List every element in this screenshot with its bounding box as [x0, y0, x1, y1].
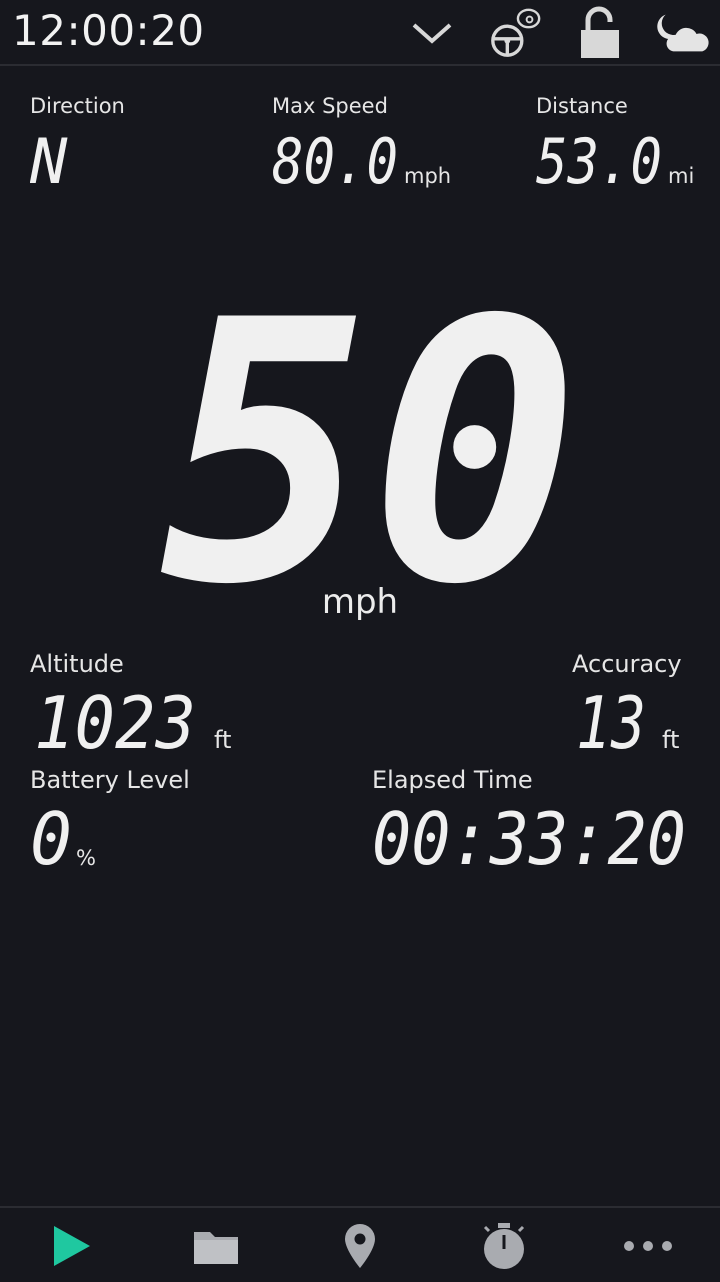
elapsed-value: 00:33:20 — [372, 804, 686, 870]
max-speed-value: 80.0 — [272, 130, 398, 190]
speed-value: 50 — [160, 278, 580, 590]
distance-unit: mi — [668, 164, 695, 188]
svg-text:80.0: 80.0 — [272, 130, 398, 190]
accuracy-unit: ft — [662, 726, 680, 754]
battery-value: 0 — [30, 804, 72, 870]
svg-text:00:33:20: 00:33:20 — [372, 804, 686, 870]
svg-text:0: 0 — [30, 804, 72, 870]
lock-open-icon[interactable] — [572, 6, 628, 60]
distance-label: Distance — [536, 94, 628, 118]
direction-label: Direction — [30, 94, 125, 118]
svg-text:13: 13 — [576, 688, 646, 754]
altitude-label: Altitude — [30, 650, 124, 678]
play-icon[interactable] — [36, 1218, 108, 1274]
stopwatch-icon[interactable] — [468, 1218, 540, 1274]
night-weather-icon[interactable] — [656, 6, 712, 60]
svg-text:53.0: 53.0 — [536, 130, 662, 190]
speed-unit: mph — [321, 582, 399, 622]
direction-value: N — [30, 130, 68, 190]
elapsed-label: Elapsed Time — [372, 766, 533, 794]
location-pin-icon[interactable] — [324, 1218, 396, 1274]
battery-unit: % — [76, 846, 96, 870]
accuracy-value: 13 — [576, 688, 646, 754]
distance-value: 53.0 — [536, 130, 662, 190]
max-speed-label: Max Speed — [272, 94, 388, 118]
svg-text:N: N — [30, 130, 68, 190]
svg-text:50: 50 — [160, 278, 580, 590]
altitude-value: 1023 — [34, 688, 196, 754]
accuracy-label: Accuracy — [572, 650, 682, 678]
status-bar: 12:00:20 — [0, 0, 720, 66]
altitude-unit: ft — [214, 726, 232, 754]
svg-text:1023: 1023 — [34, 688, 196, 754]
more-icon[interactable] — [612, 1218, 684, 1274]
folder-icon[interactable] — [180, 1218, 252, 1274]
chevron-down-icon[interactable] — [404, 6, 460, 60]
steering-wheel-icon[interactable] — [488, 6, 544, 60]
max-speed-unit: mph — [404, 164, 452, 188]
bottom-nav — [0, 1206, 720, 1282]
status-clock: 12:00:20 — [12, 6, 205, 55]
battery-label: Battery Level — [30, 766, 190, 794]
